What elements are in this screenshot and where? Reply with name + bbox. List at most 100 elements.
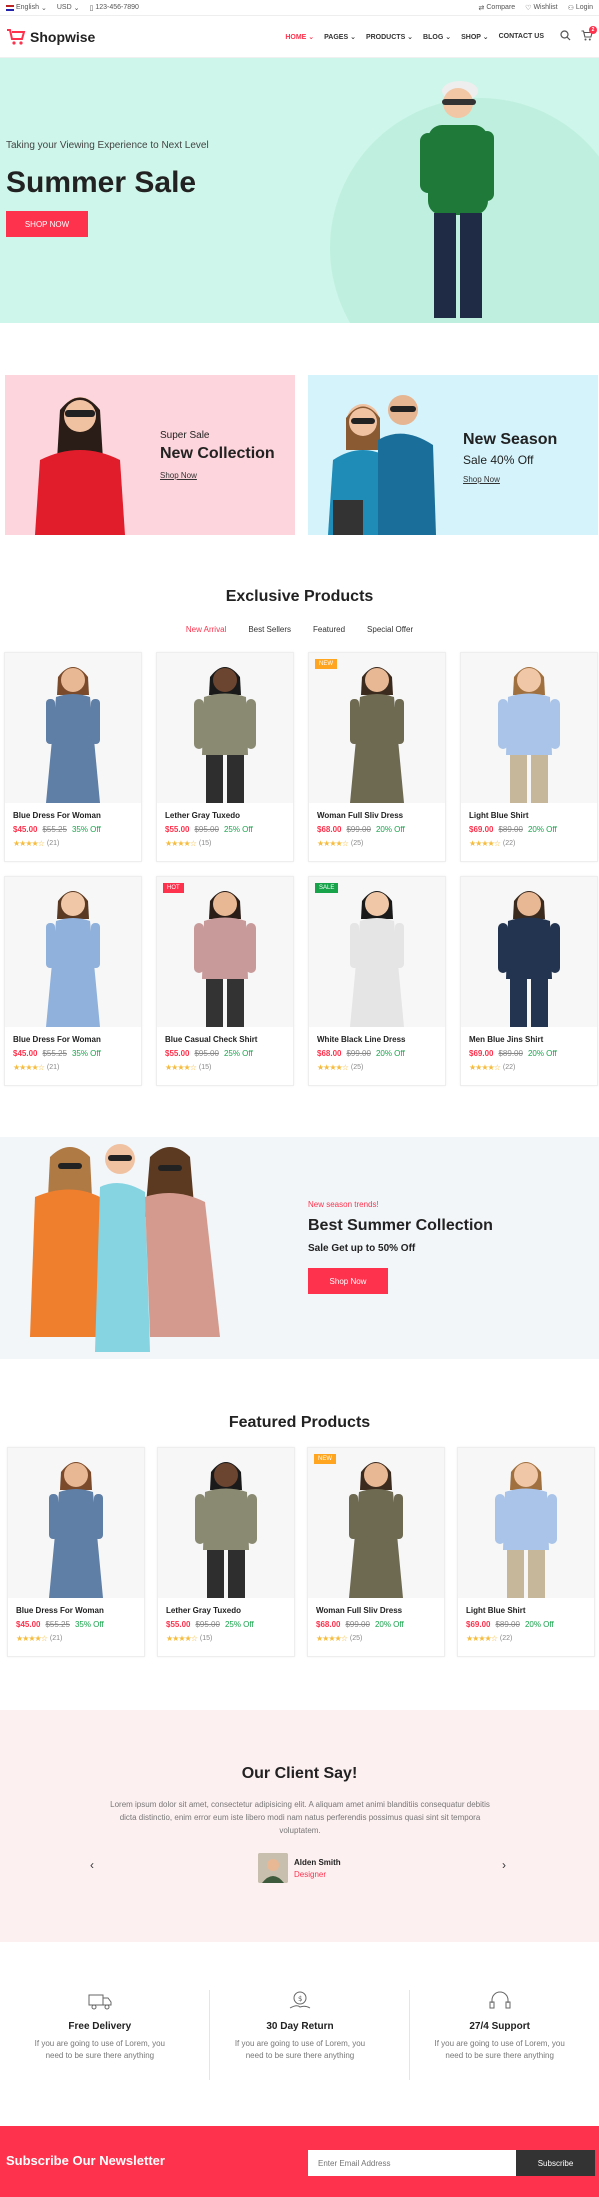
newsletter-section: Subscribe Our Newsletter Subscribe [0, 2126, 599, 2197]
feature-free-delivery: Free Delivery If you are going to use of… [10, 1990, 190, 2080]
tab-best-sellers[interactable]: Best Sellers [248, 625, 291, 634]
product-image-wrap[interactable]: HOT [157, 877, 293, 1027]
promo-banner-collection[interactable]: Super Sale New Collection Shop Now [5, 375, 295, 535]
feature-title: 30 Day Return [266, 2021, 334, 2032]
tab-featured[interactable]: Featured [313, 625, 345, 634]
product-tabs: New Arrival Best Sellers Featured Specia… [0, 625, 599, 634]
tab-special-offer[interactable]: Special Offer [367, 625, 413, 634]
product-image [46, 667, 100, 803]
product-rating: ★★★★☆ (25) [317, 1063, 445, 1072]
hero-tagline: Taking your Viewing Experience to Next L… [6, 140, 209, 151]
product-name[interactable]: Blue Dress For Woman [13, 811, 141, 820]
search-icon[interactable] [560, 30, 571, 41]
product-image-wrap[interactable] [158, 1448, 294, 1598]
product-image [349, 1462, 403, 1598]
hero-shop-now-button[interactable]: SHOP NOW [6, 211, 88, 237]
language-select[interactable]: English ⌄ [6, 4, 47, 12]
product-name[interactable]: Lether Gray Tuxedo [165, 811, 293, 820]
banner-shop-now-link[interactable]: Shop Now [463, 475, 557, 484]
exclusive-products-title: Exclusive Products [225, 588, 374, 605]
old-price: $99.00 [346, 1049, 371, 1058]
nav-shop[interactable]: SHOP ⌄ [461, 33, 489, 41]
product-card[interactable]: SALE White Black Line Dress $68.00 $99.00 20… [308, 876, 446, 1086]
product-name[interactable]: Blue Dress For Woman [13, 1035, 141, 1044]
headset-icon [489, 1991, 511, 2009]
product-card[interactable]: Light Blue Shirt $69.00 $89.00 20% Off ★★★★☆… [457, 1447, 595, 1657]
product-card[interactable]: Men Blue Jins Shirt $69.00 $89.00 20% Off ★★… [460, 876, 598, 1086]
summer-subtitle: Sale Get up to 50% Off [308, 1243, 416, 1254]
product-image-wrap[interactable] [8, 1448, 144, 1598]
banner-title: New Season [463, 431, 558, 448]
product-image-wrap[interactable]: NEW [308, 1448, 444, 1598]
testimonial-text: Lorem ipsum dolor sit amet, consectetur … [110, 1800, 490, 1835]
banner-model-image [35, 397, 125, 535]
product-card[interactable]: Lether Gray Tuxedo $55.00 $95.00 25% Off ★★★… [156, 652, 294, 862]
review-count: (25) [350, 840, 364, 847]
nav-pages[interactable]: PAGES ⌄ [324, 33, 356, 41]
product-card[interactable]: Blue Dress For Woman $45.00 $55.25 35% Off ★… [4, 876, 142, 1086]
product-badge: NEW [314, 1454, 336, 1464]
summer-shop-now-button[interactable]: Shop Now [308, 1268, 388, 1294]
logo[interactable]: Shopwise [6, 28, 95, 46]
product-card[interactable]: Blue Dress For Woman $45.00 $55.25 35% Off ★… [4, 652, 142, 862]
chevron-down-icon: ⌄ [40, 4, 47, 12]
product-image [495, 1462, 557, 1598]
product-image [194, 891, 256, 1027]
svg-text:$: $ [298, 1995, 302, 2003]
login-link[interactable]: ⚇ Login [568, 4, 593, 12]
product-name[interactable]: White Black Line Dress [317, 1035, 445, 1044]
product-rating: ★★★★☆ (21) [16, 1634, 144, 1643]
product-image-wrap[interactable] [461, 653, 597, 803]
product-name[interactable]: Blue Casual Check Shirt [165, 1035, 293, 1044]
promo-banner-season[interactable]: New Season Sale 40% Off Shop Now [308, 375, 598, 535]
product-price: $68.00 $99.00 20% Off [316, 1620, 444, 1629]
product-image-wrap[interactable]: NEW [309, 653, 445, 803]
product-name[interactable]: Men Blue Jins Shirt [469, 1035, 597, 1044]
nav-contact[interactable]: CONTACT US [499, 33, 544, 40]
review-count: (22) [502, 840, 516, 847]
chevron-right-icon[interactable]: › [502, 1858, 506, 1872]
product-image-wrap[interactable] [5, 653, 141, 803]
product-card[interactable]: HOT Blue Casual Check Shirt $55.00 $95.00 25… [156, 876, 294, 1086]
cart-count-badge: 2 [589, 26, 597, 34]
product-name[interactable]: Blue Dress For Woman [16, 1606, 144, 1615]
product-card[interactable]: Blue Dress For Woman $45.00 $55.25 35% Off ★… [7, 1447, 145, 1657]
star-rating-icon: ★★★★☆ [317, 839, 349, 848]
nav-products[interactable]: PRODUCTS ⌄ [366, 33, 413, 41]
product-name[interactable]: Light Blue Shirt [469, 811, 597, 820]
product-card[interactable]: NEW Woman Full Sliv Dress $68.00 $99.00 20% … [307, 1447, 445, 1657]
product-image-wrap[interactable] [5, 877, 141, 1027]
summer-kicker: New season trends! [308, 1200, 379, 1209]
summer-title: Best Summer Collection [308, 1217, 493, 1234]
old-price: $99.00 [346, 825, 371, 834]
product-card[interactable]: NEW Woman Full Sliv Dress $68.00 $99.00 20% … [308, 652, 446, 862]
product-card[interactable]: Light Blue Shirt $69.00 $89.00 20% Off ★★★★☆… [460, 652, 598, 862]
product-name[interactable]: Woman Full Sliv Dress [316, 1606, 444, 1615]
banner-shop-now-link[interactable]: Shop Now [160, 471, 275, 480]
product-rating: ★★★★☆ (22) [469, 839, 597, 848]
wishlist-link[interactable]: ♡ Wishlist [525, 4, 557, 12]
product-image-wrap[interactable] [458, 1448, 594, 1598]
product-image-wrap[interactable] [157, 653, 293, 803]
current-price: $45.00 [13, 825, 38, 834]
chevron-left-icon[interactable]: ‹ [90, 1858, 94, 1872]
product-name[interactable]: Lether Gray Tuxedo [166, 1606, 294, 1615]
product-image-wrap[interactable] [461, 877, 597, 1027]
currency-select[interactable]: USD ⌄ [57, 4, 80, 12]
product-image-wrap[interactable]: SALE [309, 877, 445, 1027]
tab-new-arrival[interactable]: New Arrival [186, 625, 226, 634]
product-card[interactable]: Lether Gray Tuxedo $55.00 $95.00 25% Off ★★★… [157, 1447, 295, 1657]
product-name[interactable]: Light Blue Shirt [466, 1606, 594, 1615]
subscribe-button[interactable]: Subscribe [516, 2150, 595, 2176]
product-name[interactable]: Woman Full Sliv Dress [317, 811, 445, 820]
discount-label: 25% Off [224, 1620, 254, 1629]
compare-link[interactable]: ⇄ Compare [479, 4, 516, 12]
cart-button[interactable]: 2 [581, 26, 597, 43]
testimonial-title: Our Client Say! [241, 1765, 358, 1782]
email-field[interactable] [308, 2150, 516, 2176]
nav-blog[interactable]: BLOG ⌄ [423, 33, 451, 41]
main-nav: HOME ⌄ PAGES ⌄ PRODUCTS ⌄ BLOG ⌄ SHOP ⌄ … [285, 26, 597, 43]
nav-home[interactable]: HOME ⌄ [285, 33, 314, 41]
author-role: Designer [294, 1869, 327, 1879]
review-count: (22) [502, 1064, 516, 1071]
